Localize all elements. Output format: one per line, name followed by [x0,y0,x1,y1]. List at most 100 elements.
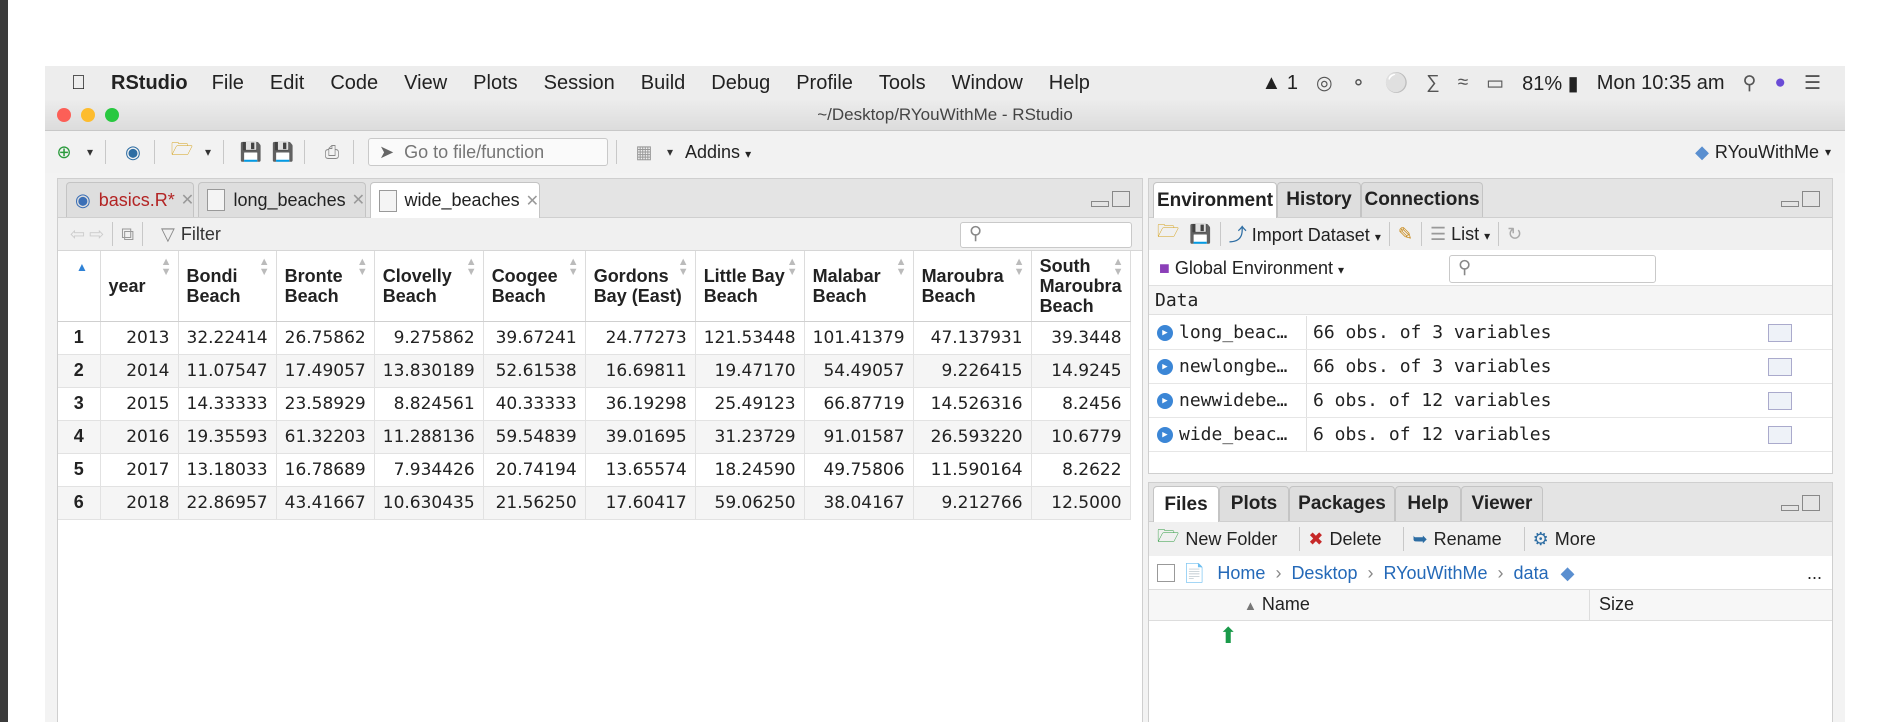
environment-search-input[interactable]: ⚲ [1449,255,1656,283]
globe-icon[interactable]: ⚪ [1384,71,1408,95]
back-arrow-icon[interactable]: ⇦ [70,224,85,245]
breadcrumb-data[interactable]: data [1514,563,1549,584]
menu-profile[interactable]: Profile [796,72,853,95]
open-file-icon[interactable]: 🗁 [169,139,195,165]
maximize-pane-button[interactable] [1112,191,1130,207]
expand-play-icon[interactable]: ▶ [1157,324,1173,341]
tab-files[interactable]: Files [1153,486,1219,522]
menu-tools[interactable]: Tools [879,72,926,95]
print-icon[interactable]: ⎙ [319,139,345,165]
column-header[interactable]: ▲ ▼ Malabar Beach [804,251,914,322]
new-project-icon[interactable]: ◉ [120,139,146,165]
goto-file-field[interactable]: ➤ [368,138,608,166]
column-header[interactable]: ▲ ▼ Gordons Bay (East) [585,251,696,322]
global-environment-menu[interactable]: ■ Global Environment ▾ [1159,258,1344,279]
column-header[interactable]: ▲ ▼ Clovelly Beach [374,251,484,322]
tab-packages[interactable]: Packages [1289,486,1395,521]
menu-plots[interactable]: Plots [473,72,517,95]
breadcrumb-ryouwithme[interactable]: RYouWithMe [1383,563,1487,584]
battery-status[interactable]: 81% ▮ [1522,71,1579,96]
tab-long-beaches[interactable]: long_beaches ✕ [198,182,366,217]
menu-help[interactable]: Help [1049,72,1090,95]
menu-session[interactable]: Session [544,72,615,95]
environment-item[interactable]: ▶ long_beac… 66 obs. of 3 variables [1149,316,1832,350]
save-workspace-icon[interactable]: 💾 [1189,224,1211,245]
breadcrumb-home[interactable]: Home [1217,563,1265,584]
tab-plots[interactable]: Plots [1219,486,1289,521]
rename-button[interactable]: ➥ Rename [1412,529,1501,550]
maximize-pane-button[interactable] [1802,191,1820,207]
menu-edit[interactable]: Edit [270,72,304,95]
tab-connections[interactable]: Connections [1361,182,1483,217]
view-table-icon[interactable] [1768,323,1792,342]
save-icon[interactable]: 💾 [238,139,264,165]
new-file-icon[interactable]: ⊕ [51,139,77,165]
save-all-icon[interactable]: 💾 [270,139,296,165]
dropdown-arrow-icon[interactable]: ▾ [201,139,215,165]
breadcrumb-desktop[interactable]: Desktop [1291,563,1357,584]
dialog-icon[interactable]: ⚬ [1351,72,1367,95]
tab-help[interactable]: Help [1395,486,1461,521]
import-dataset-button[interactable]: ⤴ Import Dataset ▾ [1229,221,1381,247]
dropdown-arrow-icon[interactable]: ▾ [663,139,677,165]
view-table-icon[interactable] [1768,425,1792,444]
maximize-pane-button[interactable] [1802,495,1820,511]
expand-play-icon[interactable]: ▶ [1157,426,1173,443]
notification-center-icon[interactable]: ☰ [1804,72,1821,95]
menu-view[interactable]: View [404,72,447,95]
menu-file[interactable]: File [212,72,244,95]
spotlight-search-icon[interactable]: ⚲ [1743,72,1757,95]
tab-history[interactable]: History [1277,182,1361,217]
refresh-icon[interactable]: ↻ [1507,224,1522,245]
select-all-checkbox[interactable] [1157,564,1175,582]
column-header[interactable]: ▲ ▼ Bondi Beach [178,251,277,322]
minimize-pane-button[interactable] [1091,201,1109,207]
column-header[interactable]: ▲ ▼ Little Bay Beach [695,251,805,322]
popout-icon[interactable]: ⧉ [121,224,134,245]
environment-item[interactable]: ▶ newwidebe… 6 obs. of 12 variables [1149,384,1832,418]
addins-menu[interactable]: Addins ▾ [685,142,751,163]
load-workspace-icon[interactable]: 🗁 [1157,219,1179,249]
more-button[interactable]: ⚙ More [1533,529,1596,550]
name-column-header[interactable]: ▲ Name [1244,594,1310,615]
project-menu[interactable]: ◆ RYouWithMe ▾ [1695,142,1831,163]
spiral-icon[interactable]: ◎ [1316,72,1333,95]
column-header[interactable]: ▲ ▼ Bronte Beach [276,251,375,322]
column-header[interactable]: ▲ ▼ Maroubra Beach [913,251,1032,322]
expand-play-icon[interactable]: ▶ [1157,358,1173,375]
more-options-button[interactable]: ... [1807,563,1822,584]
environment-item[interactable]: ▶ newlongbe… 66 obs. of 3 variables [1149,350,1832,384]
siri-icon[interactable]: ● [1774,72,1785,94]
expand-play-icon[interactable]: ▶ [1157,392,1173,409]
adobe-status[interactable]: ▲ 1 [1261,72,1297,95]
column-header[interactable]: ▲ ▼ South Maroubra Beach [1031,251,1131,322]
size-column-header[interactable]: Size [1599,594,1634,615]
parent-folder-icon[interactable]: ⬆ [1219,623,1237,649]
goto-file-input[interactable] [402,140,597,164]
close-tab-icon[interactable]: ✕ [352,190,365,210]
clear-broom-icon[interactable]: ✎ [1398,224,1413,245]
tab-environment[interactable]: Environment [1153,182,1277,218]
close-tab-icon[interactable]: ✕ [526,191,539,211]
wifi-icon[interactable]: ≈ [1458,72,1468,94]
environment-item[interactable]: ▶ wide_beac… 6 obs. of 12 variables [1149,418,1832,452]
view-table-icon[interactable] [1768,391,1792,410]
menu-window[interactable]: Window [952,72,1023,95]
tab-wide-beaches[interactable]: wide_beaches ✕ [370,182,540,218]
list-view-button[interactable]: ☰ List ▾ [1430,224,1490,245]
minimize-pane-button[interactable] [1781,201,1799,207]
minimize-pane-button[interactable] [1781,505,1799,511]
menu-code[interactable]: Code [330,72,378,95]
bluetooth-icon[interactable]: ∑ [1426,72,1440,94]
close-tab-icon[interactable]: ✕ [181,190,194,210]
menu-build[interactable]: Build [641,72,685,95]
data-search-input[interactable]: ⚲ [960,222,1132,248]
apple-icon[interactable]:  [71,72,91,95]
app-menu[interactable]: RStudio [111,72,188,95]
delete-button[interactable]: ✖ Delete [1308,529,1381,550]
tab-basics-r[interactable]: ◉ basics.R* ✕ [66,182,194,217]
filter-button[interactable]: ▽ Filter [161,224,221,245]
column-header[interactable]: ▲ ▼ Coogee Beach [483,251,586,322]
tab-viewer[interactable]: Viewer [1461,486,1543,521]
view-table-icon[interactable] [1768,357,1792,376]
